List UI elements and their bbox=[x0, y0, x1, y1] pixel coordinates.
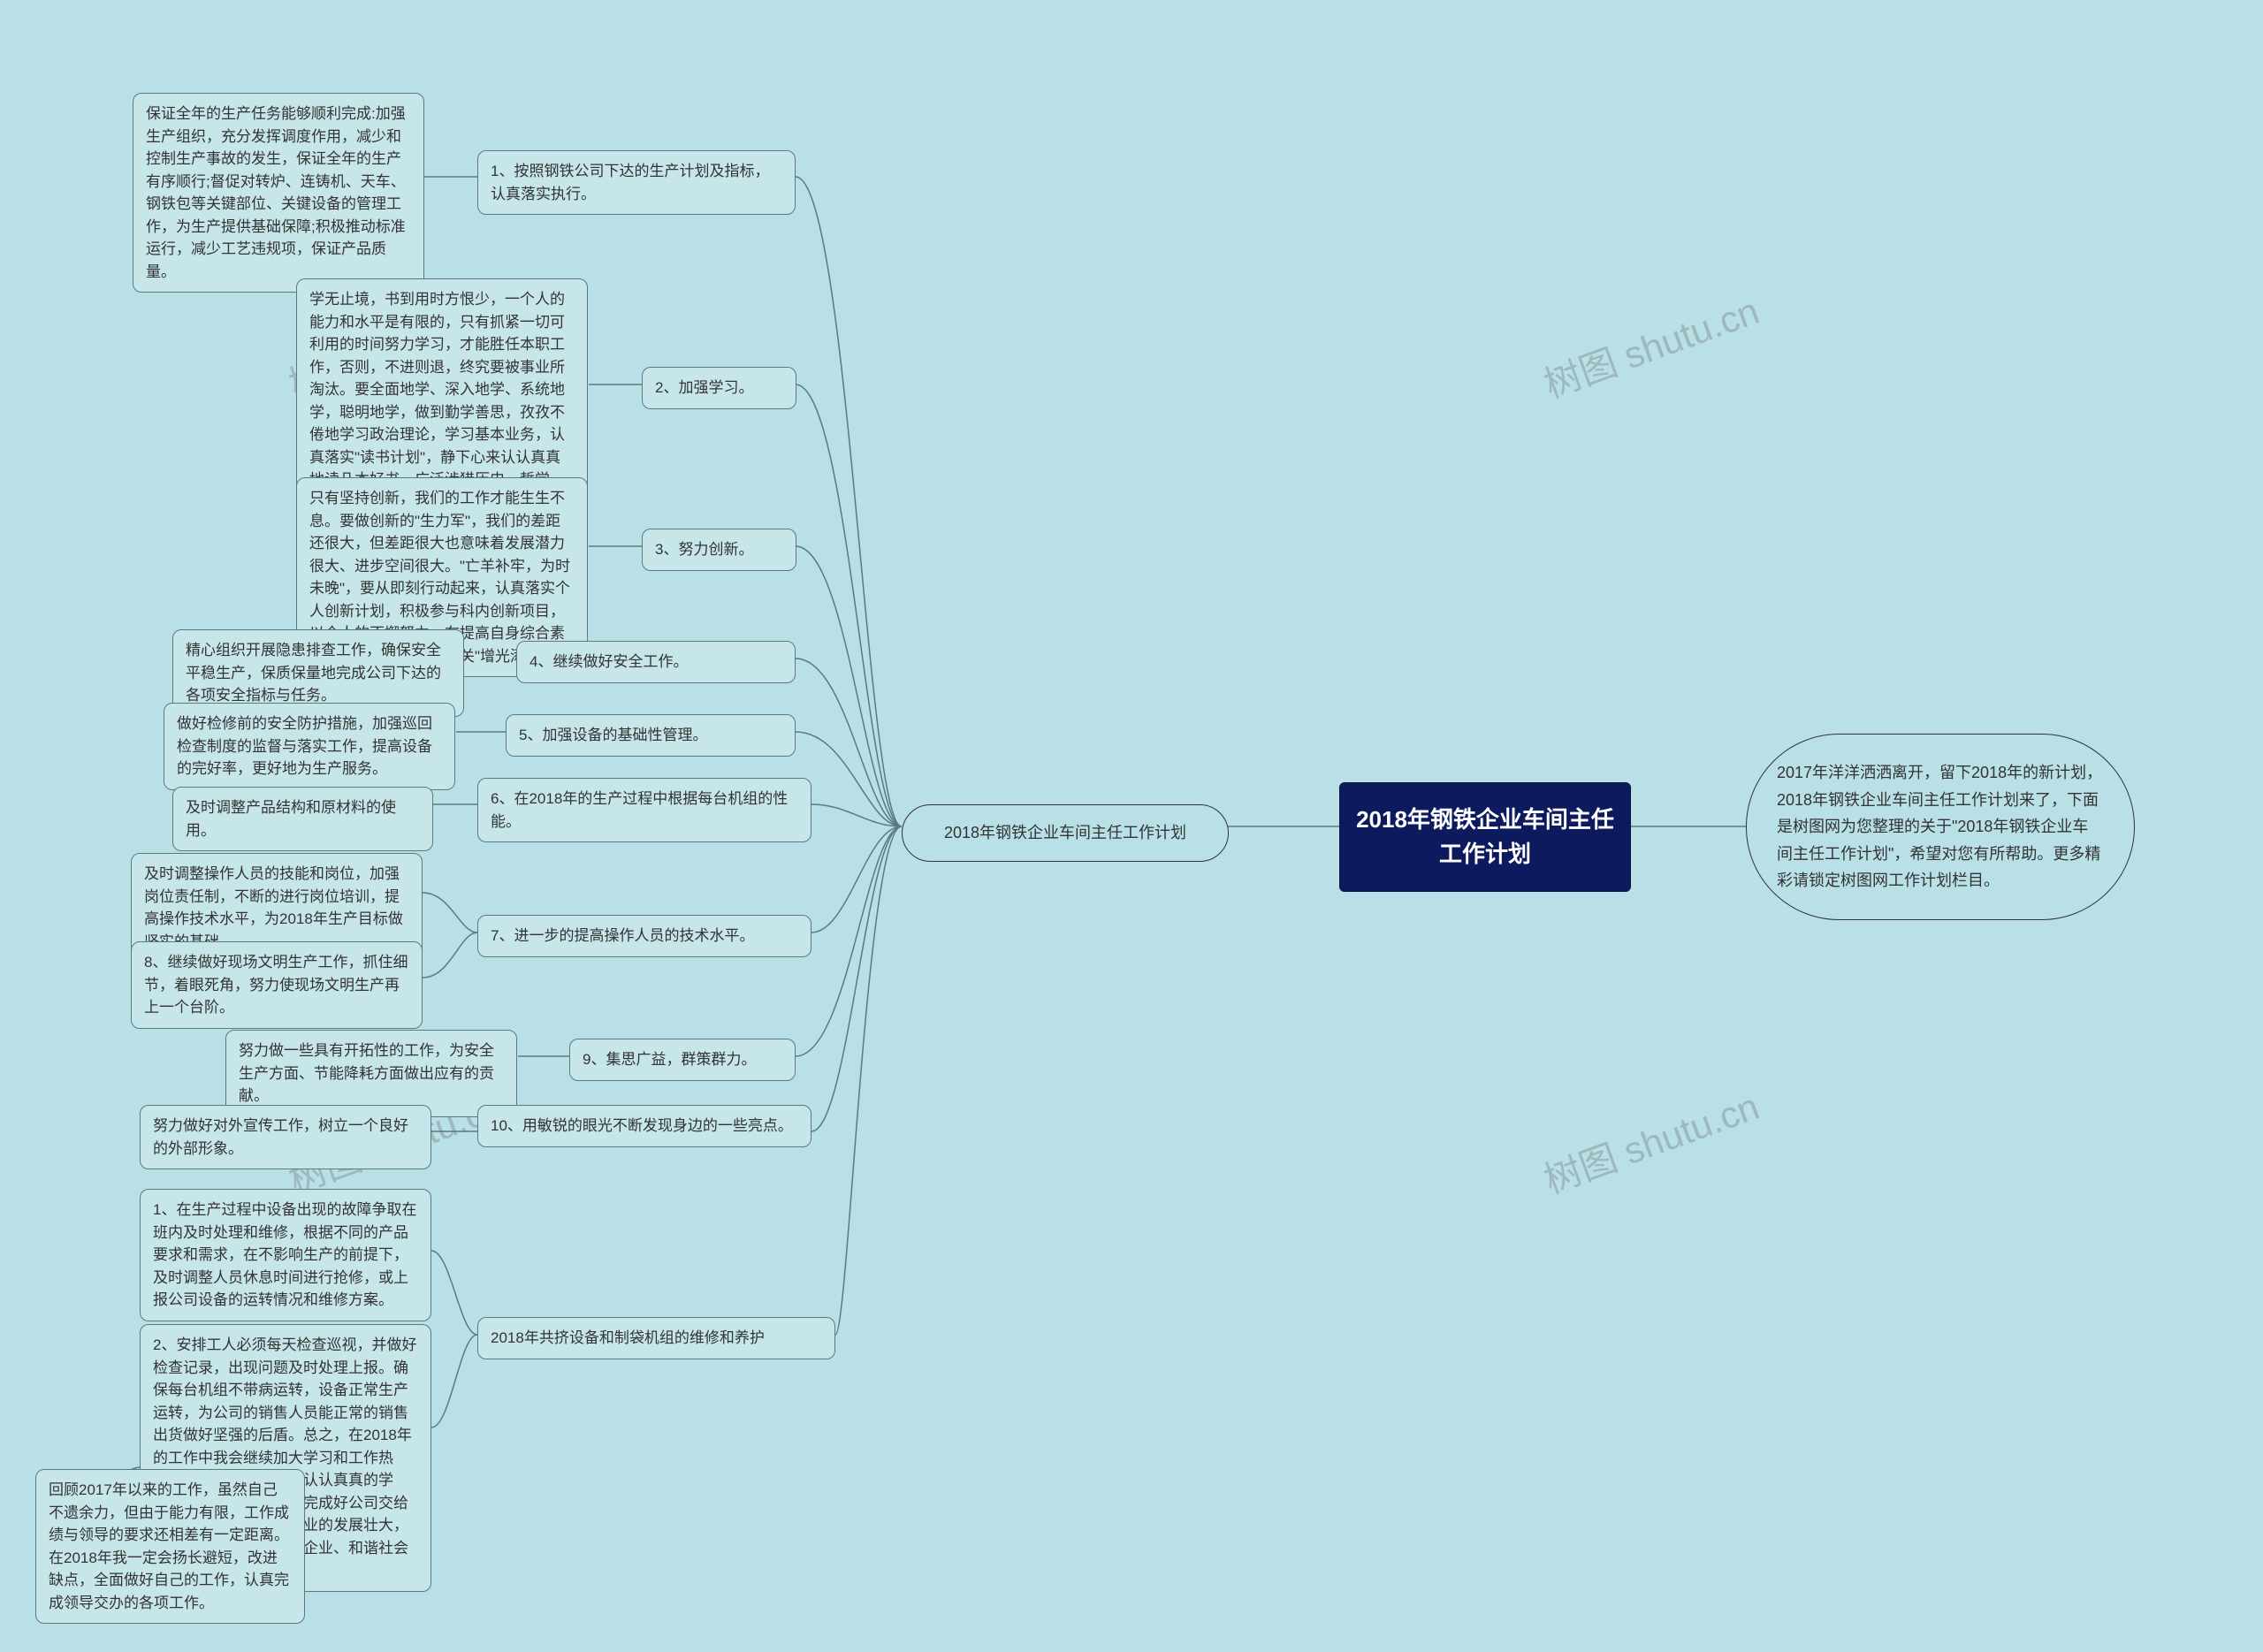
item-3-label: 3、努力创新。 bbox=[655, 541, 753, 558]
item-9-leaf-1-text: 努力做一些具有开拓性的工作，为安全生产方面、节能降耗方面做出应有的贡献。 bbox=[239, 1042, 494, 1104]
maintenance-title: 2018年共挤设备和制袋机组的维修和养护 bbox=[491, 1329, 765, 1346]
item-7-label: 7、进一步的提高操作人员的技术水平。 bbox=[491, 927, 754, 944]
item-5-leaf-1[interactable]: 做好检修前的安全防护措施，加强巡回检查制度的监督与落实工作，提高设备的完好率，更… bbox=[164, 703, 455, 790]
item-5-label: 5、加强设备的基础性管理。 bbox=[519, 727, 707, 743]
root-title: 2018年钢铁企业车间主任工作计划 bbox=[1356, 806, 1614, 867]
item-7-leaf-1-text: 及时调整操作人员的技能和岗位，加强岗位责任制，不断的进行岗位培训，提高操作技术水… bbox=[144, 865, 403, 950]
secondary-node[interactable]: 2018年钢铁企业车间主任工作计划 bbox=[902, 804, 1229, 862]
item-3[interactable]: 3、努力创新。 bbox=[642, 529, 796, 571]
item-6-leaf-1-text: 及时调整产品结构和原材料的使用。 bbox=[186, 799, 396, 839]
item-7-leaf-2-text: 8、继续做好现场文明生产工作，抓住细节，着眼死角，努力使现场文明生产再上一个台阶… bbox=[144, 954, 408, 1016]
maintenance-leaf-1-text: 1、在生产过程中设备出现的故障争取在班内及时处理和维修，根据不同的产品要求和需求… bbox=[153, 1201, 416, 1308]
item-10-leaf-1[interactable]: 努力做好对外宣传工作，树立一个良好的外部形象。 bbox=[140, 1105, 431, 1169]
intro-node[interactable]: 2017年洋洋洒洒离开，留下2018年的新计划，2018年钢铁企业车间主任工作计… bbox=[1746, 734, 2135, 920]
item-2-label: 2、加强学习。 bbox=[655, 379, 753, 396]
watermark: 树图 shutu.cn bbox=[1535, 1077, 1765, 1204]
item-10-leaf-1-text: 努力做好对外宣传工作，树立一个良好的外部形象。 bbox=[153, 1117, 408, 1157]
item-7[interactable]: 7、进一步的提高操作人员的技术水平。 bbox=[477, 915, 811, 957]
item-1-leaf-1[interactable]: 保证全年的生产任务能够顺利完成:加强生产组织，充分发挥调度作用，减少和控制生产事… bbox=[133, 93, 424, 293]
item-10-label: 10、用敏锐的眼光不断发现身边的一些亮点。 bbox=[491, 1117, 793, 1134]
item-6[interactable]: 6、在2018年的生产过程中根据每台机组的性能。 bbox=[477, 778, 811, 842]
item-5[interactable]: 5、加强设备的基础性管理。 bbox=[506, 714, 796, 757]
intro-text: 2017年洋洋洒洒离开，留下2018年的新计划，2018年钢铁企业车间主任工作计… bbox=[1777, 764, 2102, 889]
item-6-leaf-1[interactable]: 及时调整产品结构和原材料的使用。 bbox=[172, 787, 433, 851]
watermark: 树图 shutu.cn bbox=[1535, 281, 1765, 408]
item-9[interactable]: 9、集思广益，群策群力。 bbox=[569, 1039, 796, 1081]
item-1-leaf-1-text: 保证全年的生产任务能够顺利完成:加强生产组织，充分发挥调度作用，减少和控制生产事… bbox=[146, 105, 406, 280]
item-9-label: 9、集思广益，群策群力。 bbox=[583, 1051, 756, 1068]
closing-text: 回顾2017年以来的工作，虽然自己不遗余力，但由于能力有限，工作成绩与领导的要求… bbox=[49, 1481, 289, 1611]
maintenance-node[interactable]: 2018年共挤设备和制袋机组的维修和养护 bbox=[477, 1317, 835, 1359]
maintenance-leaf-1[interactable]: 1、在生产过程中设备出现的故障争取在班内及时处理和维修，根据不同的产品要求和需求… bbox=[140, 1189, 431, 1321]
item-1[interactable]: 1、按照钢铁公司下达的生产计划及指标，认真落实执行。 bbox=[477, 150, 796, 215]
item-2[interactable]: 2、加强学习。 bbox=[642, 367, 796, 409]
item-4-label: 4、继续做好安全工作。 bbox=[530, 653, 688, 670]
item-6-label: 6、在2018年的生产过程中根据每台机组的性能。 bbox=[491, 790, 788, 830]
closing-node[interactable]: 回顾2017年以来的工作，虽然自己不遗余力，但由于能力有限，工作成绩与领导的要求… bbox=[35, 1469, 305, 1624]
item-4[interactable]: 4、继续做好安全工作。 bbox=[516, 641, 796, 683]
item-7-leaf-2[interactable]: 8、继续做好现场文明生产工作，抓住细节，着眼死角，努力使现场文明生产再上一个台阶… bbox=[131, 941, 423, 1029]
item-5-leaf-1-text: 做好检修前的安全防护措施，加强巡回检查制度的监督与落实工作，提高设备的完好率，更… bbox=[177, 715, 432, 777]
secondary-title: 2018年钢铁企业车间主任工作计划 bbox=[944, 824, 1186, 841]
item-1-label: 1、按照钢铁公司下达的生产计划及指标，认真落实执行。 bbox=[491, 163, 769, 202]
item-10[interactable]: 10、用敏锐的眼光不断发现身边的一些亮点。 bbox=[477, 1105, 811, 1147]
root-node[interactable]: 2018年钢铁企业车间主任工作计划 bbox=[1339, 782, 1631, 892]
item-9-leaf-1[interactable]: 努力做一些具有开拓性的工作，为安全生产方面、节能降耗方面做出应有的贡献。 bbox=[225, 1030, 517, 1117]
item-4-leaf-1-text: 精心组织开展隐患排查工作，确保安全平稳生产，保质保量地完成公司下达的各项安全指标… bbox=[186, 642, 441, 704]
